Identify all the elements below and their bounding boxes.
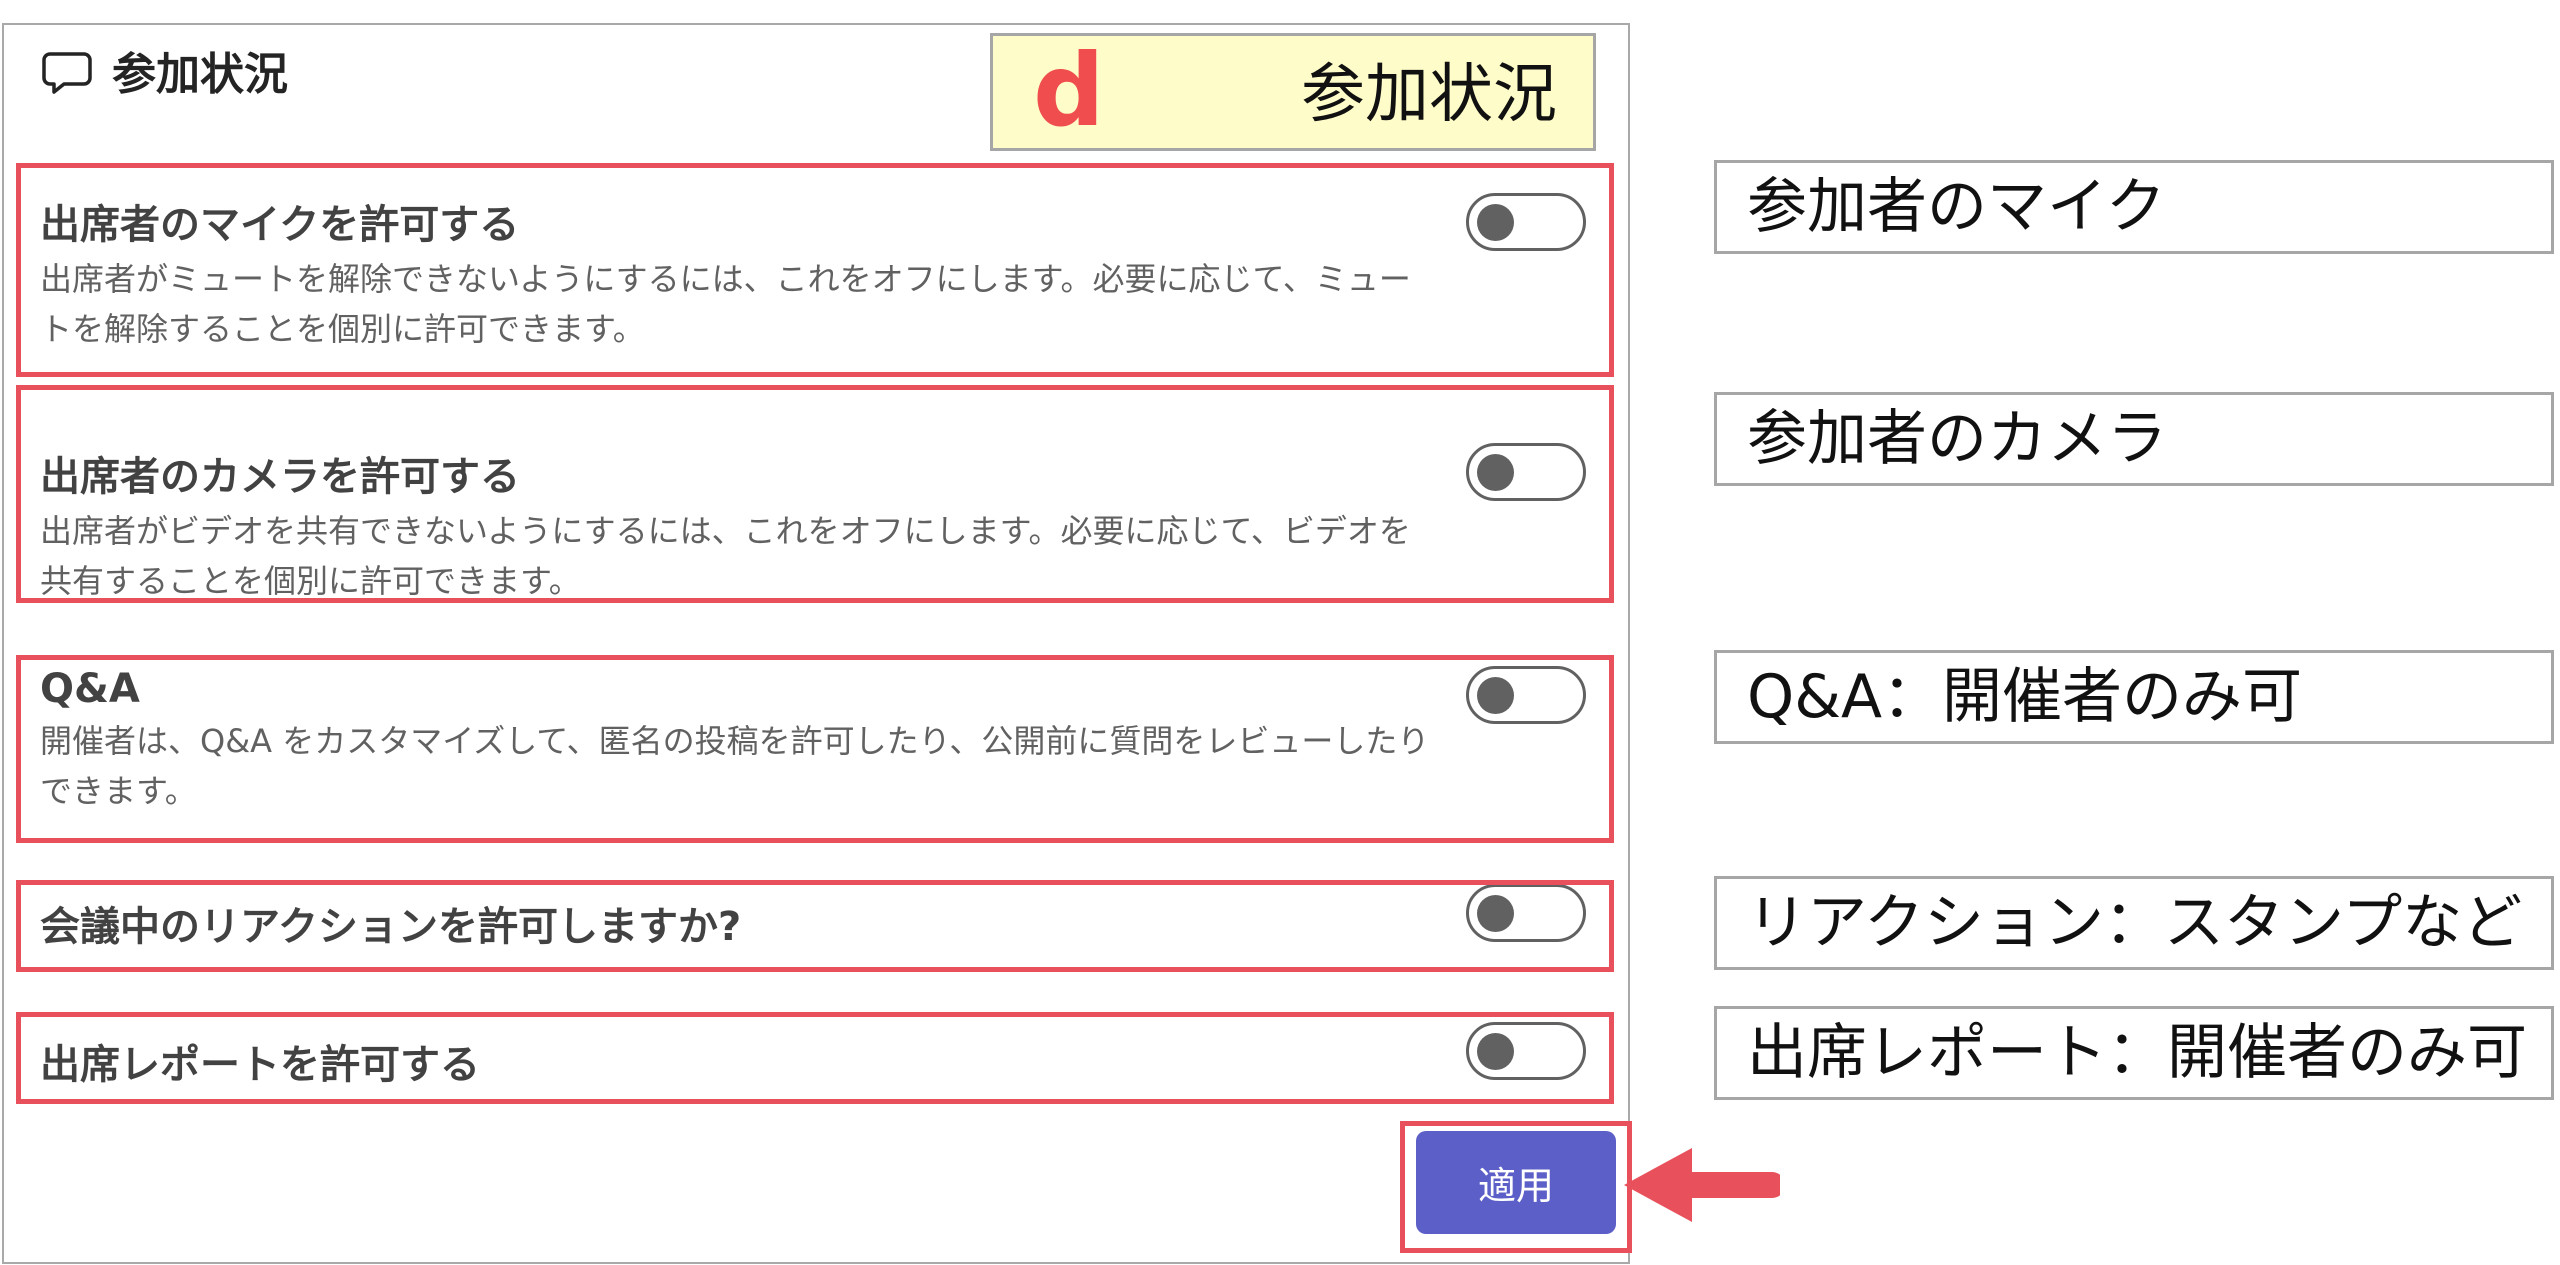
highlight-reactions: [16, 880, 1614, 972]
note-reactions: リアクション：スタンプなど: [1714, 876, 2554, 970]
note-attendance-report: 出席レポート：開催者のみ可: [1714, 1006, 2554, 1100]
highlight-camera: [16, 385, 1614, 603]
note-camera: 参加者のカメラ: [1714, 392, 2554, 486]
note-qna: Q&A：開催者のみ可: [1714, 650, 2554, 744]
section-tag: d 参加状況: [990, 32, 1596, 151]
section-tag-text: 参加状況: [1301, 58, 1557, 132]
note-mic: 参加者のマイク: [1714, 160, 2554, 254]
chat-bubble-icon: [42, 52, 92, 94]
highlight-mic: [16, 163, 1614, 377]
pointer-arrow-icon: [1624, 1148, 1780, 1222]
highlight-qna: [16, 655, 1614, 843]
highlight-attendance-report: [16, 1012, 1614, 1104]
panel-header: 参加状況: [40, 42, 288, 100]
panel-title: 参加状況: [112, 49, 288, 100]
apply-button[interactable]: 適用: [1416, 1131, 1616, 1234]
section-tag-letter: d: [1033, 32, 1105, 149]
